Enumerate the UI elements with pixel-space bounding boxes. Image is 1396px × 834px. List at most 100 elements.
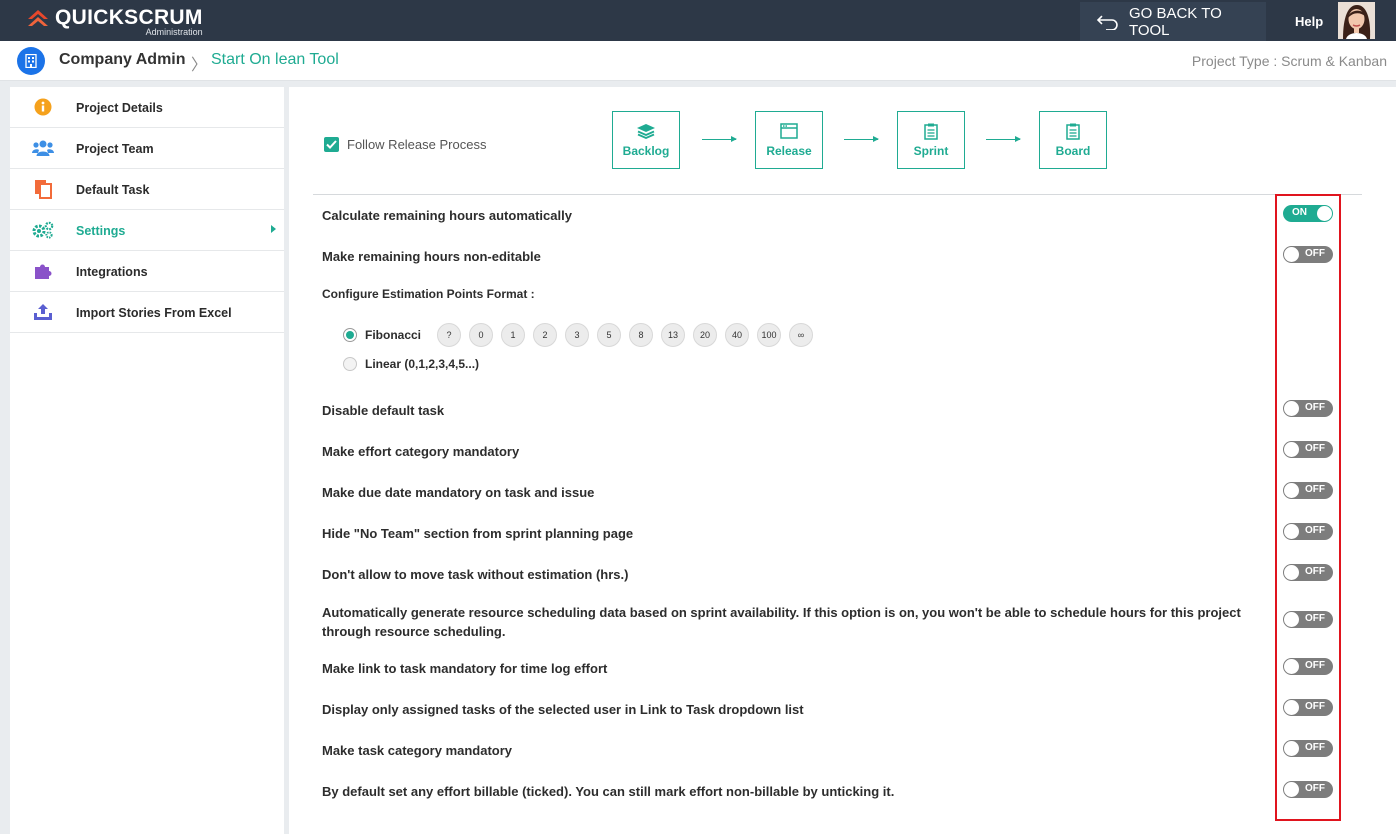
breadcrumb-company-admin[interactable]: Company Admin bbox=[59, 51, 186, 69]
toggle-state-label: ON bbox=[1292, 207, 1307, 218]
toggle-due-date-mandatory[interactable]: OFF bbox=[1283, 482, 1333, 499]
toggle-state-label: OFF bbox=[1305, 783, 1325, 794]
users-icon bbox=[32, 138, 54, 158]
toggle-auto-resource-scheduling[interactable]: OFF bbox=[1283, 611, 1333, 628]
process-step-sprint[interactable]: Sprint bbox=[897, 111, 965, 169]
process-step-backlog[interactable]: Backlog bbox=[612, 111, 680, 169]
estimation-chip: 20 bbox=[693, 323, 718, 347]
setting-label: Disable default task bbox=[322, 403, 445, 418]
logo-subtitle: Administration bbox=[145, 27, 203, 37]
toggle-knob bbox=[1284, 782, 1299, 797]
help-link[interactable]: Help bbox=[1295, 14, 1323, 29]
estimation-chip: 40 bbox=[725, 323, 750, 347]
process-step-label: Sprint bbox=[913, 144, 949, 158]
estimation-chip: 8 bbox=[629, 323, 654, 347]
estimation-chip: 100 bbox=[757, 323, 782, 347]
estimation-chip: 2 bbox=[533, 323, 558, 347]
setting-label: Don't allow to move task without estimat… bbox=[322, 567, 629, 582]
toggle-state-label: OFF bbox=[1305, 248, 1325, 259]
follow-release-process-checkbox[interactable]: Follow Release Process bbox=[324, 137, 486, 152]
radio-linear[interactable]: Linear (0,1,2,3,4,5...) bbox=[343, 357, 479, 371]
toggle-link-to-task-mandatory[interactable]: OFF bbox=[1283, 658, 1333, 675]
sidebar-item-integrations[interactable]: Integrations bbox=[10, 251, 284, 292]
follow-release-label: Follow Release Process bbox=[347, 137, 487, 152]
estimation-chip: 0 bbox=[469, 323, 494, 347]
sidebar-item-import-stories[interactable]: Import Stories From Excel bbox=[10, 292, 284, 333]
toggle-remaining-hours-non-editable[interactable]: OFF bbox=[1283, 246, 1333, 263]
setting-label: Make effort category mandatory bbox=[322, 444, 520, 459]
breadcrumb-separator: 〉 bbox=[191, 57, 208, 74]
toggle-knob bbox=[1284, 247, 1299, 262]
info-icon bbox=[32, 97, 54, 117]
flow-arrow-icon bbox=[844, 136, 879, 142]
radio-linear-label: Linear (0,1,2,3,4,5...) bbox=[365, 357, 480, 371]
flow-arrow-icon bbox=[986, 136, 1021, 142]
estimation-format-title: Configure Estimation Points Format : bbox=[322, 287, 535, 301]
logo-chevron-icon bbox=[28, 10, 48, 26]
radio-fibonacci[interactable]: Fibonacci ? 0 1 2 3 5 8 13 20 40 100 ∞ bbox=[343, 323, 821, 347]
toggle-knob bbox=[1284, 524, 1299, 539]
toggle-task-category-mandatory[interactable]: OFF bbox=[1283, 740, 1333, 757]
setting-label: Display only assigned tasks of the selec… bbox=[322, 702, 804, 717]
toggle-effort-billable-default[interactable]: OFF bbox=[1283, 781, 1333, 798]
toggle-effort-category-mandatory[interactable]: OFF bbox=[1283, 441, 1333, 458]
divider bbox=[313, 194, 1362, 195]
top-bar: Quickscrum Administration GO BACK TO TOO… bbox=[0, 0, 1396, 41]
toggle-state-label: OFF bbox=[1305, 402, 1325, 413]
process-step-label: Board bbox=[1055, 144, 1091, 158]
radio-unselected-icon bbox=[343, 357, 357, 371]
toggle-knob bbox=[1284, 700, 1299, 715]
toggle-knob bbox=[1284, 401, 1299, 416]
building-icon bbox=[17, 47, 45, 75]
project-type-label: Project Type : Scrum & Kanban bbox=[1191, 53, 1387, 69]
setting-label: Make task category mandatory bbox=[322, 743, 513, 758]
process-step-label: Backlog bbox=[622, 144, 670, 158]
sidebar: Project Details Project Team Default Tas… bbox=[10, 87, 284, 834]
toggle-only-assigned-tasks[interactable]: OFF bbox=[1283, 699, 1333, 716]
quickscrum-logo[interactable]: Quickscrum Administration bbox=[26, 7, 203, 37]
radio-fibonacci-label: Fibonacci bbox=[365, 328, 422, 342]
toggle-knob bbox=[1284, 659, 1299, 674]
sidebar-item-project-details[interactable]: Project Details bbox=[10, 87, 284, 128]
sidebar-item-label: Default Task bbox=[76, 183, 150, 197]
breadcrumb: Company Admin 〉 Start On lean Tool Proje… bbox=[0, 41, 1396, 81]
sidebar-item-default-task[interactable]: Default Task bbox=[10, 169, 284, 210]
avatar-image-icon bbox=[1338, 2, 1375, 39]
toggle-state-label: OFF bbox=[1305, 613, 1325, 624]
toggle-state-label: OFF bbox=[1305, 525, 1325, 536]
toggle-state-label: OFF bbox=[1305, 660, 1325, 671]
estimation-chip: 1 bbox=[501, 323, 526, 347]
clipboard-icon bbox=[924, 123, 938, 140]
estimation-chip: 13 bbox=[661, 323, 686, 347]
gears-icon bbox=[32, 220, 54, 240]
process-step-label: Release bbox=[766, 144, 812, 158]
checkbox-checked-icon bbox=[324, 137, 339, 152]
toggle-hide-no-team[interactable]: OFF bbox=[1283, 523, 1333, 540]
toggle-state-label: OFF bbox=[1305, 484, 1325, 495]
toggle-knob bbox=[1317, 206, 1332, 221]
toggle-state-label: OFF bbox=[1305, 566, 1325, 577]
breadcrumb-project[interactable]: Start On lean Tool bbox=[211, 51, 339, 69]
sidebar-item-project-team[interactable]: Project Team bbox=[10, 128, 284, 169]
toggle-state-label: OFF bbox=[1305, 443, 1325, 454]
toggle-knob bbox=[1284, 565, 1299, 580]
estimation-chip: 3 bbox=[565, 323, 590, 347]
toggle-calculate-remaining-hours[interactable]: ON bbox=[1283, 205, 1333, 222]
sidebar-item-label: Integrations bbox=[76, 265, 148, 279]
toggle-disable-default-task[interactable]: OFF bbox=[1283, 400, 1333, 417]
toggle-knob bbox=[1284, 741, 1299, 756]
go-back-to-tool-button[interactable]: GO BACK TO TOOL bbox=[1080, 2, 1266, 41]
user-avatar[interactable] bbox=[1338, 2, 1375, 39]
window-icon bbox=[780, 123, 798, 139]
settings-panel: Follow Release Process Backlog Release S… bbox=[289, 87, 1396, 834]
process-step-release[interactable]: Release bbox=[755, 111, 823, 169]
toggle-no-move-without-estimation[interactable]: OFF bbox=[1283, 564, 1333, 581]
upload-icon bbox=[32, 302, 54, 322]
setting-label: Calculate remaining hours automatically bbox=[322, 208, 572, 223]
process-step-board[interactable]: Board bbox=[1039, 111, 1107, 169]
flow-arrow-icon bbox=[702, 136, 737, 142]
setting-label: Hide "No Team" section from sprint plann… bbox=[322, 526, 634, 541]
sidebar-item-label: Project Details bbox=[76, 101, 163, 115]
sidebar-item-settings[interactable]: Settings bbox=[10, 210, 284, 251]
setting-label: Automatically generate resource scheduli… bbox=[322, 605, 1241, 639]
